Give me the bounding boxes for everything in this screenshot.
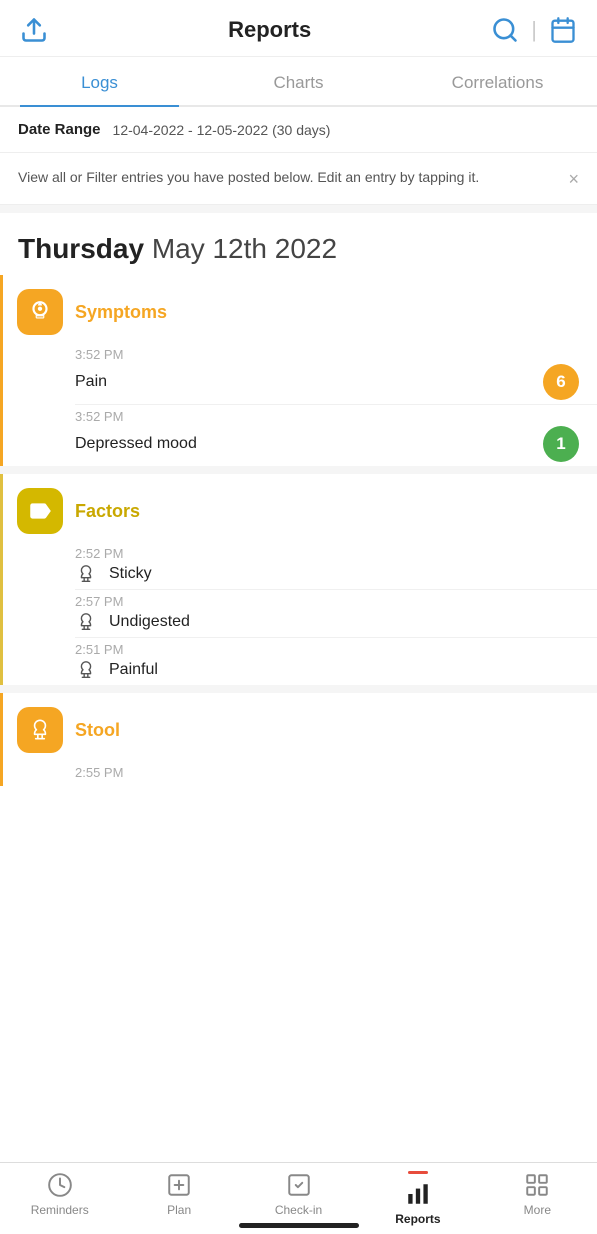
symptoms-section-header: Symptoms xyxy=(17,275,597,343)
stool-icon xyxy=(17,707,63,753)
entry-row: Painful xyxy=(75,659,597,681)
entry-time: 2:52 PM xyxy=(75,546,597,561)
app-header: Reports | xyxy=(0,0,597,57)
upload-button[interactable] xyxy=(18,14,50,46)
list-item[interactable]: 3:52 PM Pain 6 xyxy=(17,343,597,404)
entry-badge: 6 xyxy=(543,364,579,400)
info-banner-text: View all or Filter entries you have post… xyxy=(18,167,558,188)
entry-time: 2:57 PM xyxy=(75,594,597,609)
entry-row: Pain 6 xyxy=(75,364,597,400)
list-item[interactable]: 3:52 PM Depressed mood 1 xyxy=(17,405,597,466)
stool-inline-icon xyxy=(75,563,97,585)
list-item[interactable]: 2:57 PM Undigested xyxy=(17,590,597,637)
stool-section-header: Stool xyxy=(17,693,597,761)
date-range-label: Date Range xyxy=(18,121,101,138)
factors-section-header: Factors xyxy=(17,474,597,542)
search-button[interactable] xyxy=(489,14,521,46)
nav-reminders-label: Reminders xyxy=(31,1203,89,1217)
calendar-button[interactable] xyxy=(547,14,579,46)
stool-section: Stool 2:55 PM xyxy=(0,693,597,786)
entry-name: Sticky xyxy=(75,563,152,585)
nav-plan[interactable]: Plan xyxy=(119,1171,238,1225)
reports-icon xyxy=(404,1180,432,1208)
symptoms-icon xyxy=(17,289,63,335)
nav-checkin[interactable]: Check-in xyxy=(239,1171,358,1225)
page-title: Reports xyxy=(50,17,489,43)
day-header-text: Thursday May 12th 2022 xyxy=(18,233,579,265)
stool-inline-icon xyxy=(75,659,97,681)
header-separator: | xyxy=(531,19,537,41)
plan-icon xyxy=(165,1171,193,1199)
separator xyxy=(0,685,597,693)
date-range-bar[interactable]: Date Range 12-04-2022 - 12-05-2022 (30 d… xyxy=(0,107,597,153)
entry-time: 3:52 PM xyxy=(75,409,597,424)
day-header: Thursday May 12th 2022 xyxy=(0,213,597,275)
nav-active-indicator xyxy=(408,1171,428,1174)
list-item[interactable]: 2:51 PM Painful xyxy=(17,638,597,685)
home-indicator xyxy=(239,1223,359,1228)
entry-name: Undigested xyxy=(75,611,190,633)
info-banner: View all or Filter entries you have post… xyxy=(0,153,597,205)
checkin-icon xyxy=(285,1171,313,1199)
stool-inline-icon xyxy=(75,611,97,633)
entry-time: 2:51 PM xyxy=(75,642,597,657)
nav-plan-label: Plan xyxy=(167,1203,191,1217)
tab-logs[interactable]: Logs xyxy=(0,57,199,105)
list-item[interactable]: 2:52 PM Sticky xyxy=(17,542,597,589)
date-range-value: 12-04-2022 - 12-05-2022 (30 days) xyxy=(113,122,331,138)
entry-row: Depressed mood 1 xyxy=(75,426,597,462)
tab-charts[interactable]: Charts xyxy=(199,57,398,105)
separator xyxy=(0,466,597,474)
day-name: Thursday xyxy=(18,233,144,264)
factors-title: Factors xyxy=(75,501,140,522)
factors-section: Factors 2:52 PM Sticky 2:57 PM xyxy=(0,474,597,685)
reminders-icon xyxy=(46,1171,74,1199)
nav-reminders[interactable]: Reminders xyxy=(0,1171,119,1225)
entry-time: 2:55 PM xyxy=(75,765,597,780)
factors-icon xyxy=(17,488,63,534)
entry-badge: 1 xyxy=(543,426,579,462)
entry-row: Undigested xyxy=(75,611,597,633)
symptoms-title: Symptoms xyxy=(75,302,167,323)
entry-row: Sticky xyxy=(75,563,597,585)
nav-checkin-label: Check-in xyxy=(275,1203,322,1217)
symptoms-section: Symptoms 3:52 PM Pain 6 3:52 PM Depresse… xyxy=(0,275,597,466)
day-date: May 12th 2022 xyxy=(152,233,337,264)
more-icon xyxy=(523,1171,551,1199)
separator xyxy=(0,205,597,213)
main-content: Date Range 12-04-2022 - 12-05-2022 (30 d… xyxy=(0,107,597,886)
entry-name: Painful xyxy=(75,659,158,681)
stool-title: Stool xyxy=(75,720,120,741)
header-right-icons: | xyxy=(489,14,579,46)
entry-time: 3:52 PM xyxy=(75,347,597,362)
nav-more[interactable]: More xyxy=(478,1171,597,1225)
entry-name: Pain xyxy=(75,373,107,391)
nav-reports[interactable]: Reports xyxy=(358,1171,477,1234)
entry-name: Depressed mood xyxy=(75,435,197,453)
list-item[interactable]: 2:55 PM xyxy=(17,761,597,786)
tab-correlations[interactable]: Correlations xyxy=(398,57,597,105)
tab-bar: Logs Charts Correlations xyxy=(0,57,597,107)
info-banner-close-button[interactable]: × xyxy=(568,169,579,190)
nav-more-label: More xyxy=(524,1203,551,1217)
nav-reports-label: Reports xyxy=(395,1212,440,1226)
